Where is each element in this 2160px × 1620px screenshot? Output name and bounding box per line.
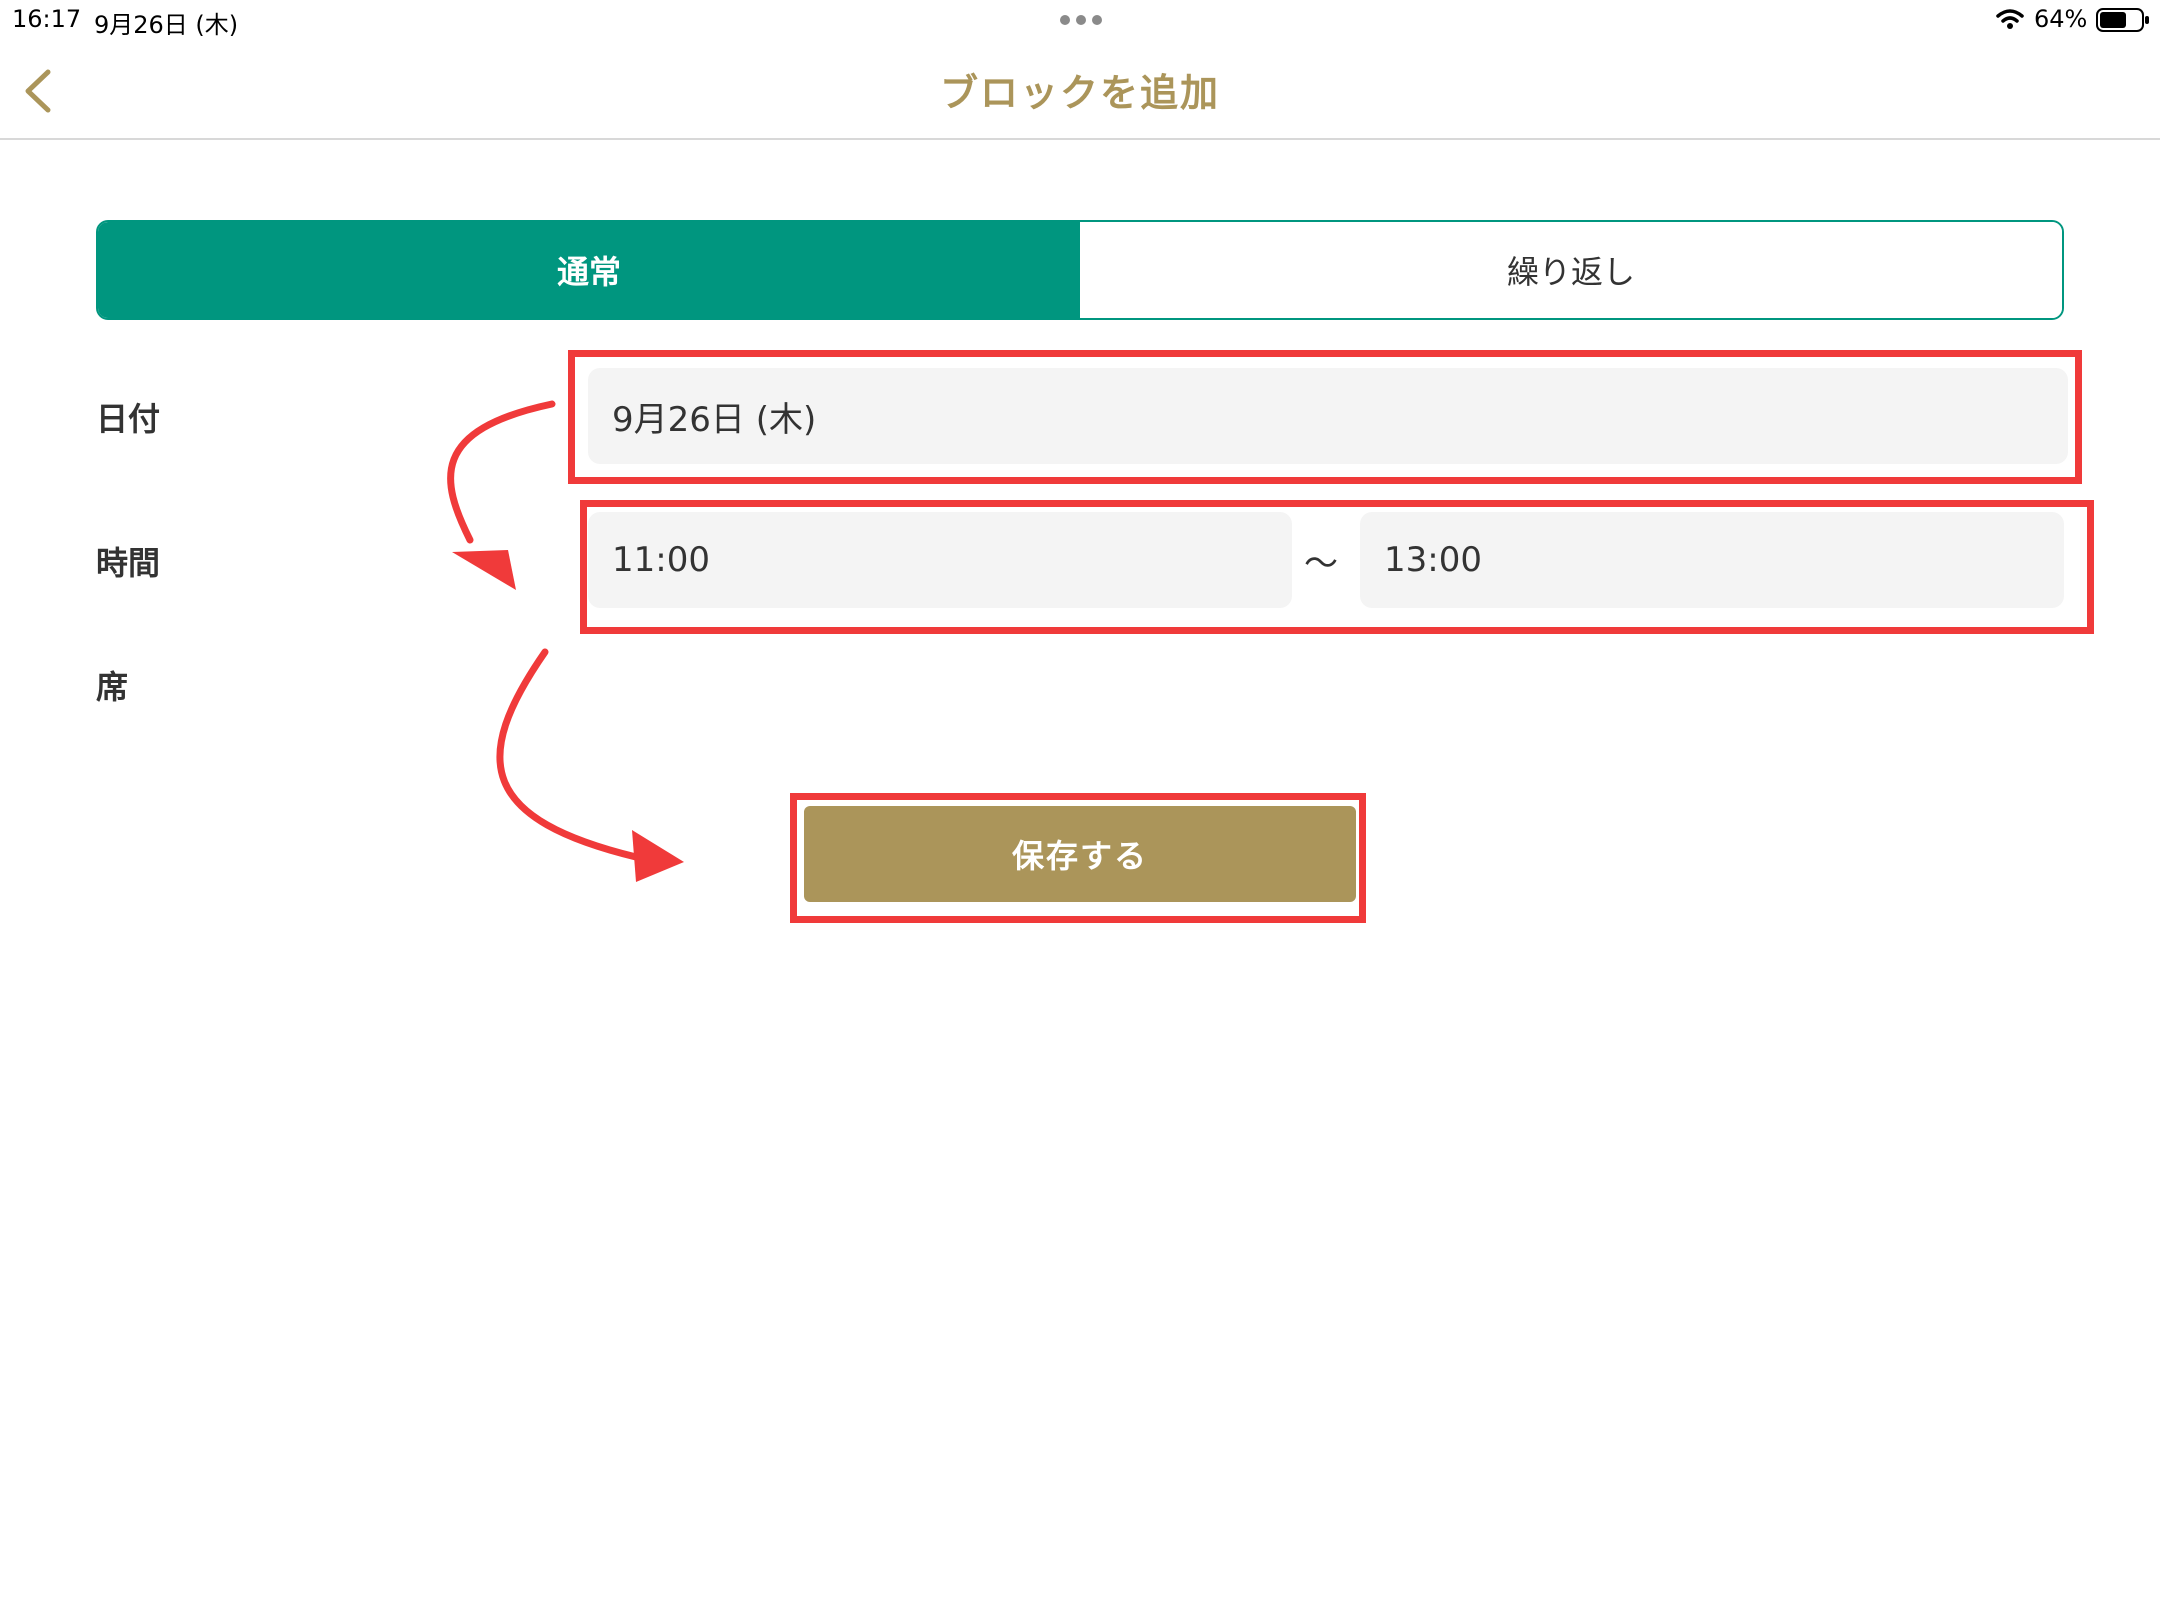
page-title: ブロックを追加 [939, 71, 1220, 115]
battery-icon [2096, 8, 2149, 32]
start-time-field[interactable]: 11:00 [588, 512, 1292, 608]
navigation-bar: ブロックを追加 [0, 40, 2160, 140]
date-field[interactable]: 9月26日 (木) [588, 368, 2068, 464]
segment-repeat[interactable]: 繰り返し [1080, 222, 2062, 318]
seat-label: 席 [96, 668, 129, 706]
time-separator: 〜 [1304, 544, 1338, 584]
date-label: 日付 [96, 400, 161, 438]
status-date: 9月26日 (木) [94, 11, 239, 39]
segment-normal[interactable]: 通常 [98, 222, 1080, 318]
mode-segmented-control: 通常 繰り返し [96, 220, 2064, 320]
more-dots-icon[interactable] [1058, 10, 1104, 30]
battery-percent: 64% [2034, 5, 2088, 33]
save-button[interactable]: 保存する [804, 806, 1356, 902]
status-bar: 16:17 9月26日 (木) 64% [0, 0, 2160, 40]
status-time: 16:17 [12, 5, 82, 33]
time-label: 時間 [96, 544, 161, 582]
wifi-icon [1996, 9, 2024, 29]
end-time-field[interactable]: 13:00 [1360, 512, 2064, 608]
